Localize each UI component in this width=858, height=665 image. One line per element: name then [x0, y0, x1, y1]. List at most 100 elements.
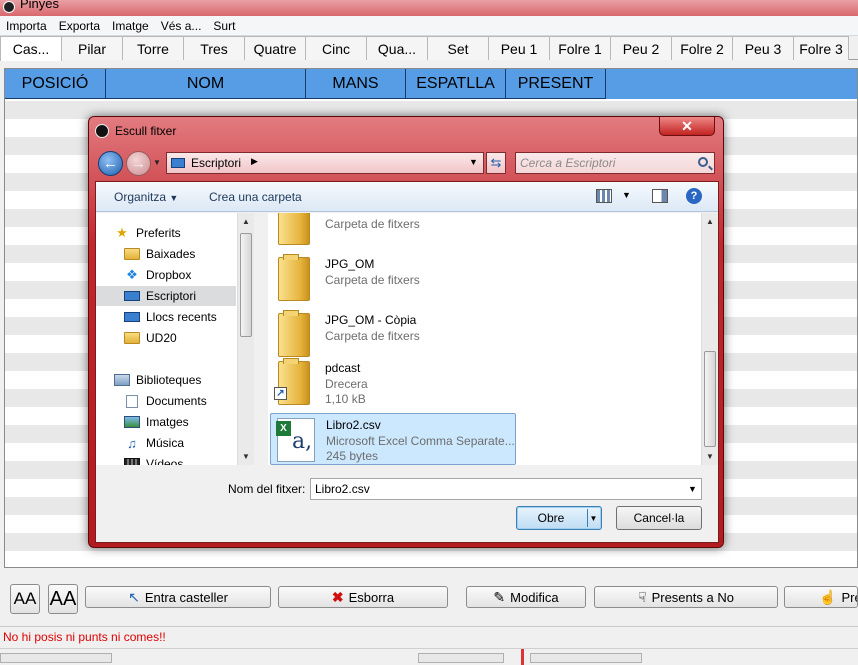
- organize-menu[interactable]: Organitza ▼: [114, 190, 178, 204]
- table-row[interactable]: [5, 551, 857, 567]
- dialog-close-button[interactable]: ✕: [659, 117, 715, 136]
- preview-pane-icon[interactable]: [652, 189, 668, 203]
- dialog-app-icon: [95, 124, 109, 138]
- file-item-libro2-csv[interactable]: X a, Libro2.csv Microsoft Excel Comma Se…: [270, 413, 516, 465]
- nav-item-ud20[interactable]: UD20: [96, 328, 236, 348]
- menu-surt[interactable]: Surt: [207, 16, 241, 36]
- file-item-pdcast[interactable]: ↗ pdcast Drecera 1,10 kB: [270, 357, 516, 409]
- nav-item-videos[interactable]: Vídeos: [96, 454, 236, 465]
- presents-to-yes-label: Pre: [841, 589, 857, 605]
- bottom-toolbar: AA AA ↖ Entra casteller ✖ Esborra ✎ Modi…: [0, 580, 858, 616]
- nav-item-musica[interactable]: ♫ Música: [96, 433, 236, 453]
- recent-locations-dropdown[interactable]: ▼: [153, 158, 161, 167]
- nav-item-label: Música: [146, 436, 185, 450]
- file-item-jpg-om[interactable]: JPG_OM Carpeta de fitxers: [270, 253, 516, 305]
- view-options-icon[interactable]: [596, 189, 612, 203]
- tab-folre-1[interactable]: Folre 1: [549, 36, 611, 60]
- menu-bar: Importa Exporta Imatge Vés a... Surt: [0, 16, 858, 36]
- tab-set[interactable]: Set: [427, 36, 489, 60]
- edit-label: Modifica: [510, 589, 559, 605]
- back-arrow-icon: ←: [103, 155, 118, 172]
- tab-tres[interactable]: Tres: [183, 36, 245, 60]
- refresh-button[interactable]: ⇆: [486, 152, 506, 174]
- chevron-down-icon: ▼: [169, 193, 179, 203]
- nav-item-preferits[interactable]: ★ Preferits: [96, 223, 236, 243]
- column-present[interactable]: PRESENT: [506, 69, 606, 99]
- column-mans[interactable]: MANS: [306, 69, 406, 99]
- csv-glyph-icon: a,: [292, 429, 313, 454]
- file-item-jpg-om-copia[interactable]: JPG_OM - Còpia Carpeta de fitxers: [270, 309, 516, 361]
- address-history-dropdown[interactable]: ▼: [469, 157, 478, 167]
- download-folder-icon: [124, 248, 140, 260]
- new-folder-button[interactable]: Crea una carpeta: [209, 190, 302, 204]
- dialog-body: Organitza ▼ Crea una carpeta ▼ ? ★ Prefe…: [95, 181, 719, 543]
- desktop-icon: [124, 291, 140, 301]
- scroll-thumb[interactable]: [240, 233, 252, 337]
- open-options-dropdown[interactable]: ▼: [587, 509, 599, 527]
- column-posicio[interactable]: POSICIÓ: [5, 69, 106, 99]
- tab-peu-1[interactable]: Peu 1: [488, 36, 550, 60]
- menu-imatge[interactable]: Imatge: [106, 16, 155, 36]
- tab-torre[interactable]: Torre: [122, 36, 184, 60]
- nav-item-dropbox[interactable]: ❖ Dropbox: [96, 265, 236, 285]
- search-icon[interactable]: [698, 157, 708, 167]
- filename-input[interactable]: [310, 478, 702, 500]
- cancel-button[interactable]: Cancel·la: [616, 506, 702, 530]
- tab-folre-3[interactable]: Folre 3: [793, 36, 849, 60]
- menu-importa[interactable]: Importa: [0, 16, 53, 36]
- scroll-thumb[interactable]: [704, 351, 716, 447]
- delete-label: Esborra: [348, 589, 395, 605]
- tab-peu-3[interactable]: Peu 3: [732, 36, 794, 60]
- tab-quatre[interactable]: Quatre: [244, 36, 306, 60]
- file-item-folder[interactable]: Carpeta de fitxers: [270, 213, 516, 249]
- nav-item-label: Documents: [146, 394, 207, 408]
- file-name: JPG_OM - Còpia: [325, 313, 417, 327]
- filename-history-dropdown[interactable]: ▼: [688, 484, 697, 494]
- nav-item-biblioteques[interactable]: Biblioteques: [96, 370, 236, 390]
- organize-label: Organitza: [114, 190, 167, 204]
- nav-pane-scrollbar[interactable]: ▲ ▼: [237, 213, 254, 465]
- forward-button[interactable]: →: [126, 151, 151, 176]
- back-button[interactable]: ←: [98, 151, 123, 176]
- nav-item-label: Biblioteques: [136, 373, 202, 387]
- tab-cinc[interactable]: Cinc: [305, 36, 367, 60]
- search-input[interactable]: [520, 155, 690, 171]
- help-icon[interactable]: ?: [686, 188, 702, 204]
- column-nom[interactable]: NOM: [106, 69, 306, 99]
- folder-icon: [278, 213, 310, 245]
- nav-item-imatges[interactable]: Imatges: [96, 412, 236, 432]
- nav-item-label: Llocs recents: [146, 310, 217, 324]
- tab-qua[interactable]: Qua...: [366, 36, 428, 60]
- nav-item-documents[interactable]: Documents: [96, 391, 236, 411]
- nav-item-escriptori[interactable]: Escriptori: [96, 286, 236, 306]
- scroll-down-icon[interactable]: ▼: [702, 448, 718, 464]
- presents-to-no-button[interactable]: ☟ Presents a No: [594, 586, 778, 608]
- nav-item-llocs-recents[interactable]: Llocs recents: [96, 307, 236, 327]
- presents-to-yes-button[interactable]: ☝ Pre: [784, 586, 858, 608]
- open-button[interactable]: Obre ▼: [516, 506, 602, 530]
- scroll-up-icon[interactable]: ▲: [238, 213, 254, 229]
- table-header: POSICIÓ NOM MANS ESPATLLA PRESENT: [5, 69, 857, 99]
- tab-peu-2[interactable]: Peu 2: [610, 36, 672, 60]
- view-options-dropdown[interactable]: ▼: [622, 190, 631, 200]
- tab-pilar[interactable]: Pilar: [61, 36, 123, 60]
- column-espatlla[interactable]: ESPATLLA: [406, 69, 506, 99]
- scroll-down-icon[interactable]: ▼: [238, 448, 254, 464]
- add-casteller-button[interactable]: ↖ Entra casteller: [85, 586, 271, 608]
- menu-ves-a[interactable]: Vés a...: [155, 16, 208, 36]
- font-size-button-small[interactable]: AA: [10, 584, 40, 614]
- dialog-title: Escull fitxer: [115, 124, 177, 138]
- address-bar[interactable]: Escriptori ▶ ▼: [166, 152, 484, 174]
- tab-folre-2[interactable]: Folre 2: [671, 36, 733, 60]
- edit-button[interactable]: ✎ Modifica: [466, 586, 586, 608]
- command-bar: Organitza ▼ Crea una carpeta ▼ ?: [96, 182, 718, 212]
- breadcrumb-arrow-icon[interactable]: ▶: [251, 156, 258, 167]
- delete-button[interactable]: ✖ Esborra: [278, 586, 448, 608]
- nav-item-baixades[interactable]: Baixades: [96, 244, 236, 264]
- file-list-scrollbar[interactable]: ▲ ▼: [701, 213, 718, 465]
- tab-castell[interactable]: Cas...: [0, 36, 62, 61]
- add-casteller-label: Entra casteller: [144, 589, 228, 605]
- scroll-up-icon[interactable]: ▲: [702, 213, 718, 229]
- font-size-button-large[interactable]: AA: [48, 584, 78, 614]
- menu-exporta[interactable]: Exporta: [53, 16, 106, 36]
